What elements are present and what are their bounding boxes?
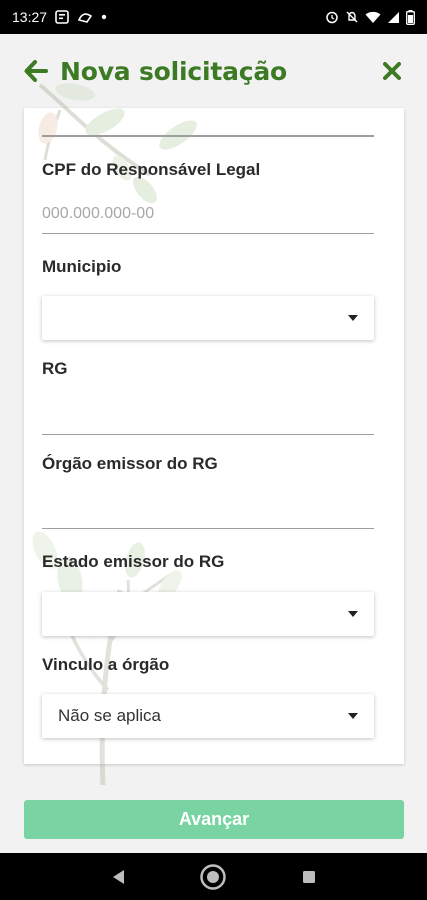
cpf-input[interactable] bbox=[42, 194, 374, 234]
vinculo-field: Vinculo a órgão Não se aplica bbox=[42, 655, 374, 738]
rg-label: RG bbox=[42, 359, 68, 378]
previous-field-underline bbox=[42, 135, 374, 137]
vinculo-select[interactable]: Não se aplica bbox=[42, 694, 374, 738]
orgao-emissor-input[interactable] bbox=[42, 489, 374, 529]
status-left: 13:27 bbox=[12, 9, 107, 25]
orgao-emissor-field: Órgão emissor do RG bbox=[42, 454, 374, 529]
page-title: Nova solicitação bbox=[60, 56, 288, 86]
estado-emissor-select[interactable] bbox=[42, 592, 374, 636]
chevron-down-icon bbox=[348, 611, 358, 617]
app-header: Nova solicitação bbox=[0, 34, 427, 108]
signal-icon bbox=[387, 11, 400, 24]
mute-icon bbox=[345, 10, 359, 24]
vinculo-label: Vinculo a órgão bbox=[42, 655, 170, 674]
back-button[interactable] bbox=[22, 57, 50, 85]
nav-recents-button[interactable] bbox=[294, 862, 324, 892]
recents-square-icon bbox=[303, 870, 316, 883]
cpf-label: CPF do Responsável Legal bbox=[42, 160, 261, 179]
nav-back-button[interactable] bbox=[103, 862, 133, 892]
battery-icon bbox=[406, 9, 415, 25]
app-icon bbox=[77, 10, 93, 24]
municipio-field: Municipio bbox=[42, 257, 374, 340]
chevron-down-icon bbox=[348, 315, 358, 321]
close-icon bbox=[383, 62, 401, 80]
wifi-icon bbox=[365, 11, 381, 24]
dot-icon bbox=[101, 14, 107, 20]
chevron-down-icon bbox=[348, 713, 358, 719]
advance-button[interactable]: Avançar bbox=[24, 800, 404, 839]
home-circle-icon bbox=[200, 863, 227, 890]
municipio-select[interactable] bbox=[42, 296, 374, 340]
arrow-left-icon bbox=[24, 60, 48, 82]
status-bar: 13:27 bbox=[0, 0, 427, 34]
nav-home-button[interactable] bbox=[198, 862, 228, 892]
status-right bbox=[325, 9, 415, 25]
rg-field: RG bbox=[42, 359, 374, 435]
orgao-emissor-label: Órgão emissor do RG bbox=[42, 454, 218, 473]
close-button[interactable] bbox=[379, 58, 405, 84]
municipio-label: Municipio bbox=[42, 257, 122, 276]
back-triangle-icon bbox=[112, 869, 124, 884]
estado-emissor-label: Estado emissor do RG bbox=[42, 552, 225, 571]
vinculo-select-value: Não se aplica bbox=[58, 706, 162, 725]
message-icon bbox=[55, 10, 69, 24]
status-time: 13:27 bbox=[12, 9, 48, 25]
rg-input[interactable] bbox=[42, 395, 374, 435]
alarm-icon bbox=[325, 10, 339, 24]
navigation-bar bbox=[0, 853, 427, 900]
cpf-field: CPF do Responsável Legal bbox=[42, 160, 374, 234]
estado-emissor-field: Estado emissor do RG bbox=[42, 552, 374, 636]
